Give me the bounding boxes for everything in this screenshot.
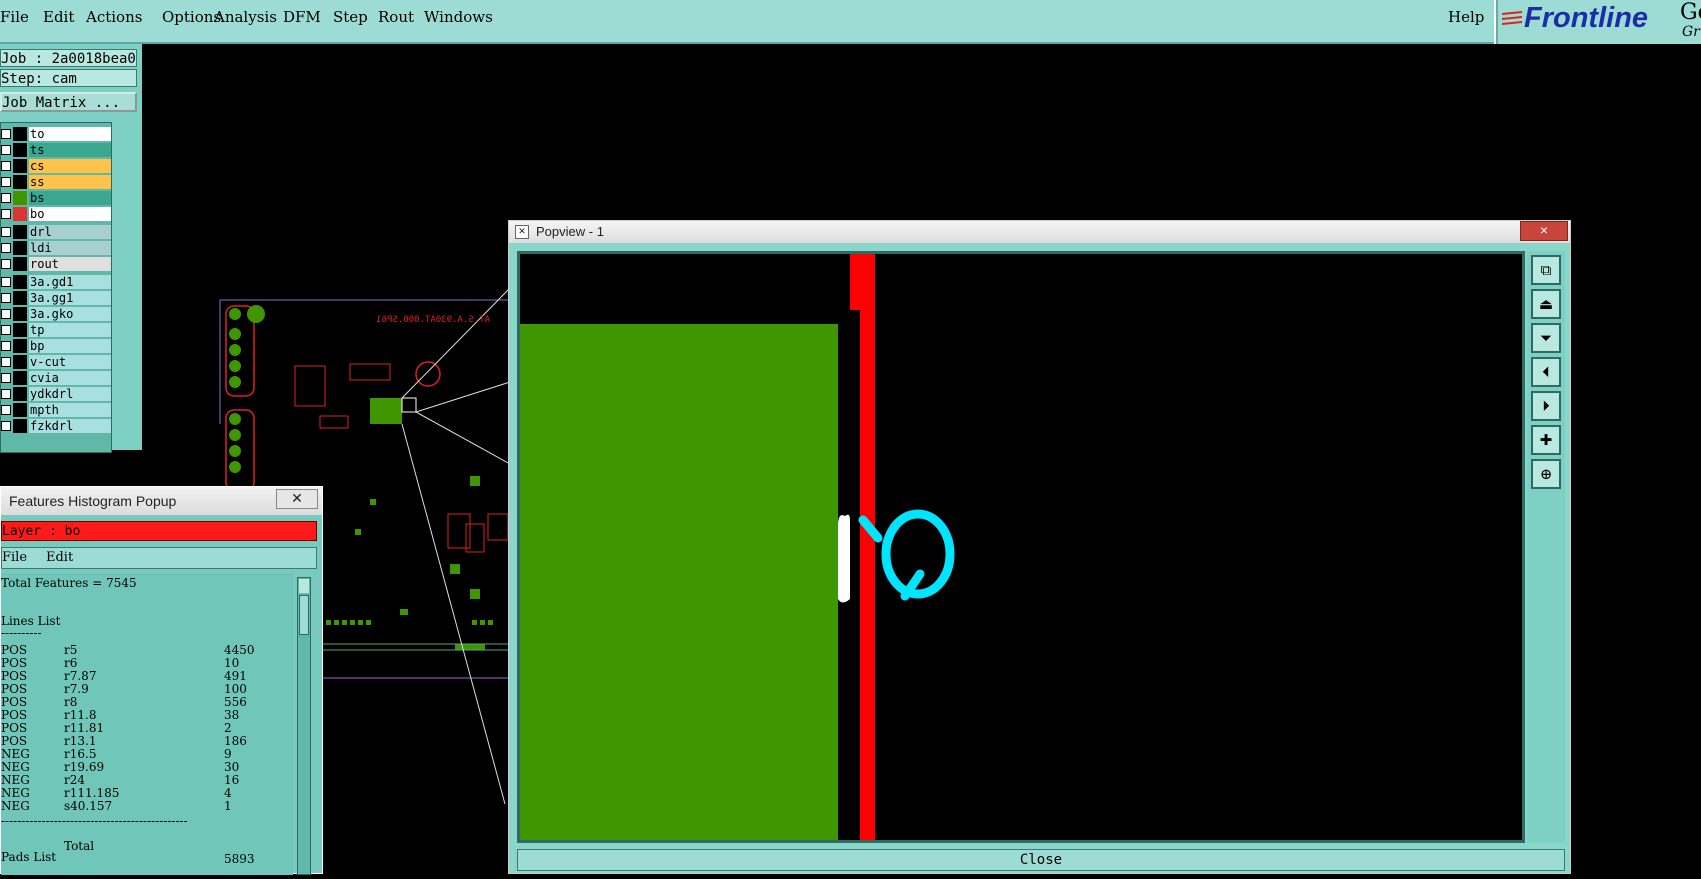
- total-value: 5893: [224, 852, 255, 866]
- histogram-titlebar[interactable]: Features Histogram Popup ✕: [1, 487, 322, 515]
- histogram-row: POS r11.81 2: [1, 722, 293, 735]
- histogram-scrollbar[interactable]: [297, 577, 311, 875]
- histogram-layer-bar: Layer : bo: [1, 521, 317, 541]
- histogram-layer-label: Layer : bo: [2, 524, 81, 539]
- features-histogram-popup: Features Histogram Popup ✕ Layer : bo Fi…: [0, 486, 323, 875]
- histogram-menu-edit[interactable]: Edit: [46, 548, 73, 568]
- count-cell: 1: [224, 799, 232, 813]
- zoom-out-icon[interactable]: ⊕: [1531, 459, 1561, 489]
- histogram-menu-file[interactable]: File: [2, 548, 27, 568]
- logo-partial-sub: Gr: [1682, 24, 1700, 40]
- histogram-row: POS r5 4450: [1, 644, 293, 657]
- histogram-content: Total Features = 7545 Lines List -------…: [1, 573, 293, 875]
- zoom-in-icon[interactable]: ✚: [1531, 425, 1561, 455]
- pan-up-icon[interactable]: ⏏: [1531, 289, 1561, 319]
- total-features-text: Total Features = 7545: [1, 576, 137, 590]
- histogram-row: POS r6 10: [1, 657, 293, 670]
- histogram-row: POS r11.8 38: [1, 709, 293, 722]
- popview-toolbar: ⧉ ⏏ ⏷ ⏴ ⏵ ✚ ⊕: [1527, 251, 1565, 843]
- histogram-row: POS r7.87 491: [1, 670, 293, 683]
- pan-down-icon[interactable]: ⏷: [1531, 323, 1561, 353]
- symbol-cell: s40.157: [64, 799, 113, 813]
- menu-dfm[interactable]: DFM: [283, 8, 321, 26]
- menu-rout[interactable]: Rout: [378, 8, 414, 26]
- total-row: Total 5893: [1, 827, 293, 866]
- popview-close-button[interactable]: ×: [1520, 221, 1568, 241]
- popview-titlebar[interactable]: ✕ Popview - 1 ×: [509, 221, 1570, 243]
- copper-plane: [520, 324, 838, 840]
- menu-windows[interactable]: Windows: [424, 8, 493, 26]
- scroll-thumb[interactable]: [299, 595, 309, 635]
- menubar: File Edit Actions Options Analysis DFM S…: [0, 0, 1494, 44]
- frontline-logo: Frontline Ger Gr: [1494, 0, 1701, 44]
- menu-step[interactable]: Step: [333, 8, 368, 26]
- popview-close-label: Close: [1019, 852, 1063, 868]
- menu-edit[interactable]: Edit: [43, 8, 74, 26]
- histogram-menubar: File Edit: [1, 547, 317, 569]
- popview-canvas[interactable]: [517, 251, 1525, 843]
- menu-actions[interactable]: Actions: [86, 8, 142, 26]
- histogram-title: Features Histogram Popup: [9, 493, 177, 509]
- logo-brand: Frontline: [1524, 2, 1649, 34]
- pan-right-icon[interactable]: ⏵: [1531, 391, 1561, 421]
- scroll-up-arrow[interactable]: [299, 579, 309, 593]
- board-silkscreen-text: AT.S.A.930AT.000.SP61: [376, 315, 490, 325]
- histogram-row: POS r7.9 100: [1, 683, 293, 696]
- histogram-close-button[interactable]: ✕: [276, 489, 318, 509]
- menu-file[interactable]: File: [0, 8, 29, 26]
- menu-analysis[interactable]: Analysis: [214, 8, 277, 26]
- red-trace: [850, 254, 875, 840]
- histogram-row: NEG r19.69 30: [1, 761, 293, 774]
- histogram-row: NEG r16.5 9: [1, 748, 293, 761]
- popview-close-bar[interactable]: Close: [517, 849, 1565, 871]
- popview-window: ✕ Popview - 1 × ⧉ ⏏ ⏷ ⏴ ⏵ ✚ ⊕ Close: [508, 220, 1571, 874]
- pads-list-title: Pads List: [1, 850, 57, 864]
- histogram-row: NEG r24 16: [1, 774, 293, 787]
- pan-left-icon[interactable]: ⏴: [1531, 357, 1561, 387]
- histogram-row: NEG s40.157 1: [1, 800, 293, 813]
- total-label: Total: [64, 839, 95, 853]
- menu-help[interactable]: Help: [1448, 8, 1484, 26]
- histogram-row: POS r13.1 186: [1, 735, 293, 748]
- zoom-fit-icon[interactable]: ⧉: [1531, 255, 1561, 285]
- white-feature: [838, 514, 850, 603]
- menu-options[interactable]: Options: [162, 8, 221, 26]
- lines-list-underline: ----------: [1, 626, 42, 640]
- logo-stripes-icon: [1502, 11, 1523, 25]
- logo-partial-title: Ger: [1680, 0, 1701, 25]
- popview-title: Popview - 1: [536, 224, 604, 239]
- polarity-cell: NEG: [1, 799, 30, 813]
- histogram-row: POS r8 556: [1, 696, 293, 709]
- zoomed-board-graphic: [520, 254, 955, 840]
- histogram-row: NEG r111.185 4: [1, 787, 293, 800]
- app-icon: ✕: [515, 225, 529, 239]
